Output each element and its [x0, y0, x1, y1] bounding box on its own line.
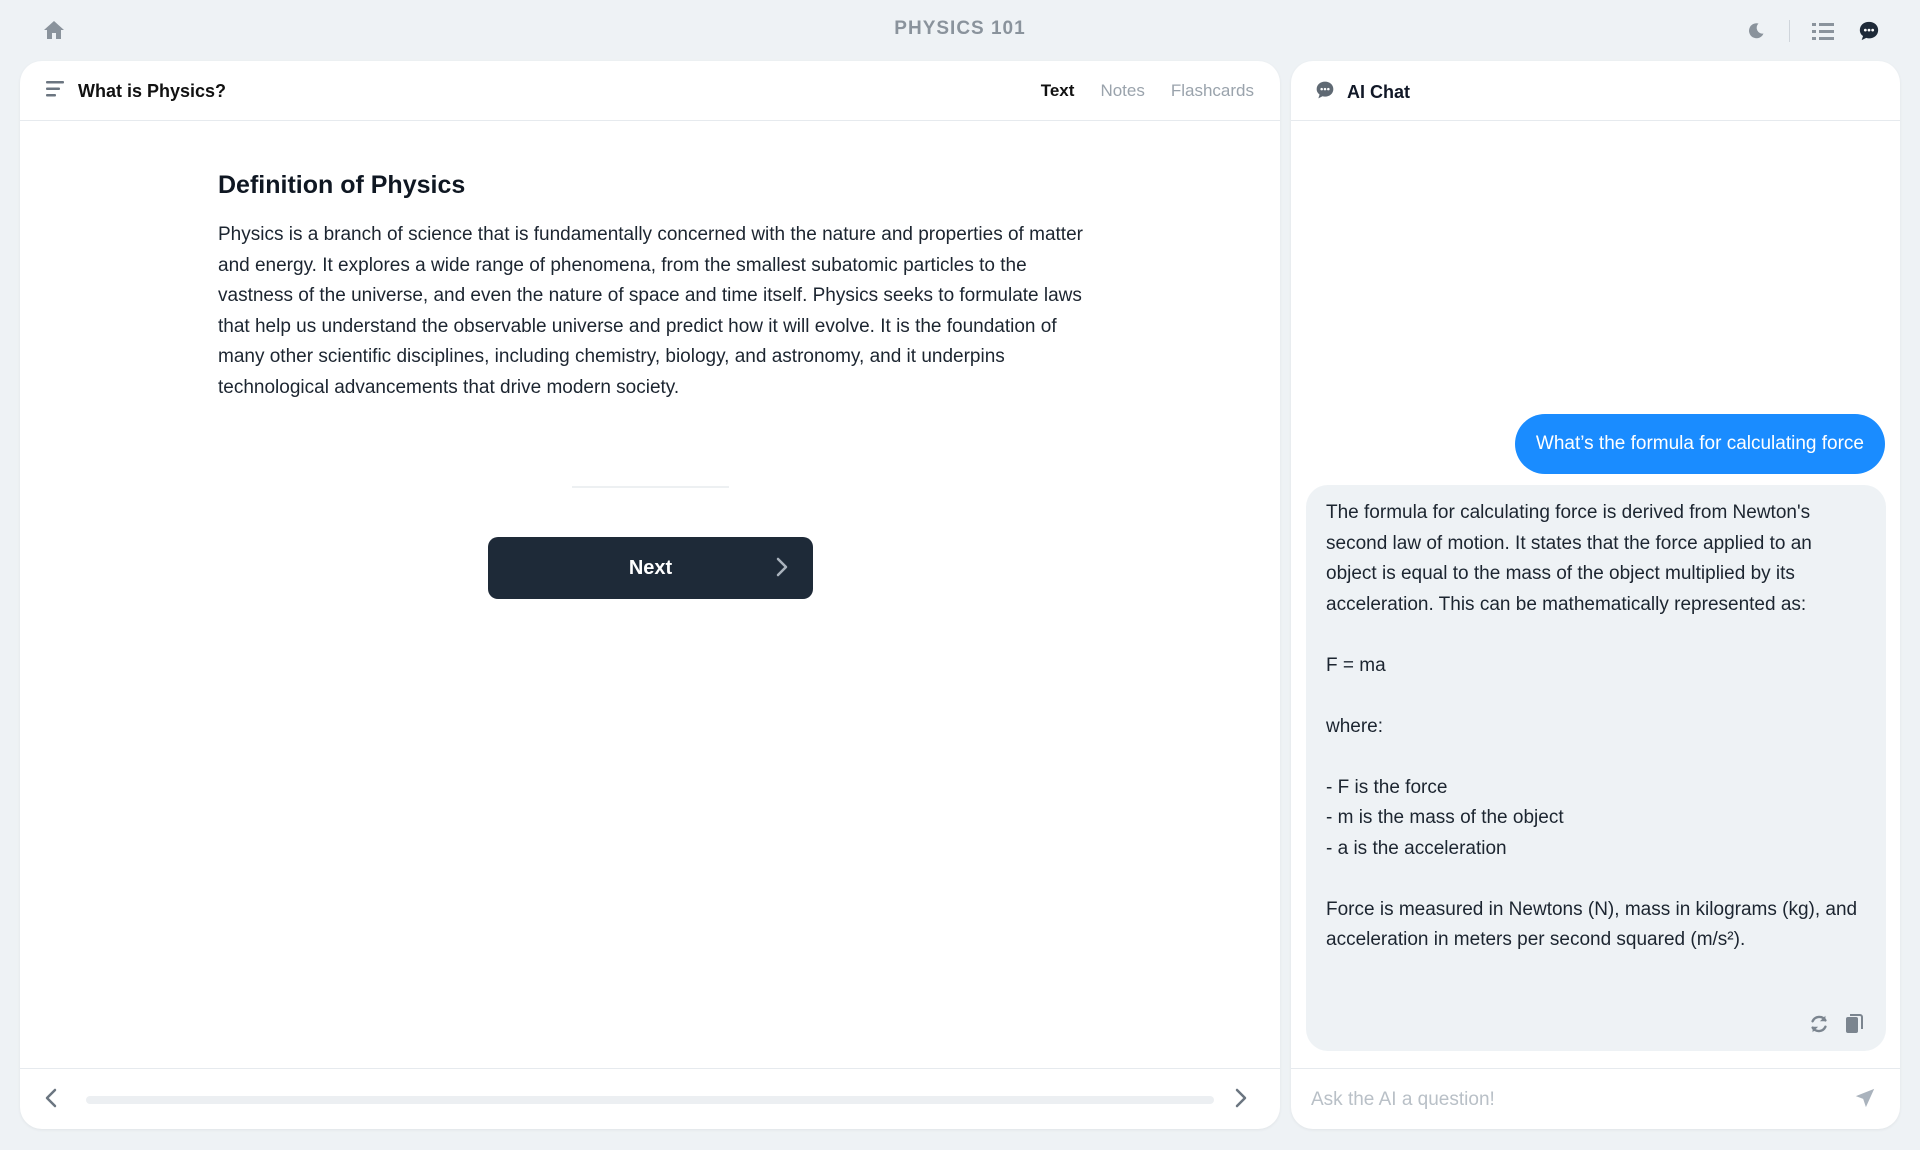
- user-message: What’s the formula for calculating force: [1514, 414, 1885, 474]
- tab-text[interactable]: Text: [1041, 81, 1075, 101]
- next-button-label: Next: [628, 556, 673, 579]
- tab-flashcards[interactable]: Flashcards: [1171, 81, 1254, 101]
- chat-title-group: AI Chat: [1315, 80, 1410, 105]
- ai-message: The formula for calculating force is der…: [1306, 485, 1886, 1051]
- chat-bubble-icon[interactable]: [1856, 18, 1882, 44]
- menu-lines-icon[interactable]: [46, 80, 66, 103]
- previous-page-icon[interactable]: [44, 1087, 66, 1111]
- chevron-right-icon: [775, 556, 795, 580]
- app-title: PHYSICS 101: [894, 18, 1026, 39]
- top-toolbar: [1743, 18, 1882, 44]
- chat-input-bar: [1291, 1068, 1900, 1129]
- top-bar: PHYSICS 101: [0, 0, 1920, 60]
- content-divider: [572, 486, 729, 488]
- chat-bubble-icon: [1315, 80, 1335, 105]
- list-icon[interactable]: [1810, 18, 1836, 44]
- section-body: Physics is a branch of science that is f…: [218, 224, 1083, 398]
- lesson-content: Definition of Physics Physics is a branc…: [218, 171, 1098, 403]
- moon-icon[interactable]: [1743, 18, 1769, 44]
- lesson-title-group: What is Physics?: [46, 80, 226, 103]
- chat-panel: AI Chat What’s the formula for calculati…: [1291, 61, 1900, 1129]
- copy-icon[interactable]: [1844, 1013, 1866, 1035]
- ai-message-text: The formula for calculating force is der…: [1326, 502, 1858, 950]
- next-page-icon[interactable]: [1234, 1087, 1256, 1111]
- chat-input[interactable]: [1309, 1081, 1813, 1119]
- next-button[interactable]: Next: [488, 537, 813, 599]
- ai-message-actions: [1808, 1013, 1866, 1035]
- chat-title: AI Chat: [1347, 82, 1410, 102]
- section-heading: Definition of Physics: [218, 171, 466, 199]
- lesson-footer: [20, 1068, 1280, 1129]
- lesson-tabs: Text Notes Flashcards: [1041, 81, 1254, 101]
- toolbar-divider: [1789, 20, 1790, 42]
- regenerate-icon[interactable]: [1808, 1013, 1830, 1035]
- lesson-header: What is Physics? Text Notes Flashcards: [20, 61, 1280, 121]
- chat-header: AI Chat: [1291, 61, 1900, 121]
- tab-notes[interactable]: Notes: [1100, 81, 1144, 101]
- lesson-title: What is Physics?: [78, 81, 227, 101]
- lesson-panel: What is Physics? Text Notes Flashcards D…: [20, 61, 1280, 1129]
- lesson-progress-bar: [86, 1096, 1214, 1104]
- send-icon[interactable]: [1854, 1087, 1878, 1111]
